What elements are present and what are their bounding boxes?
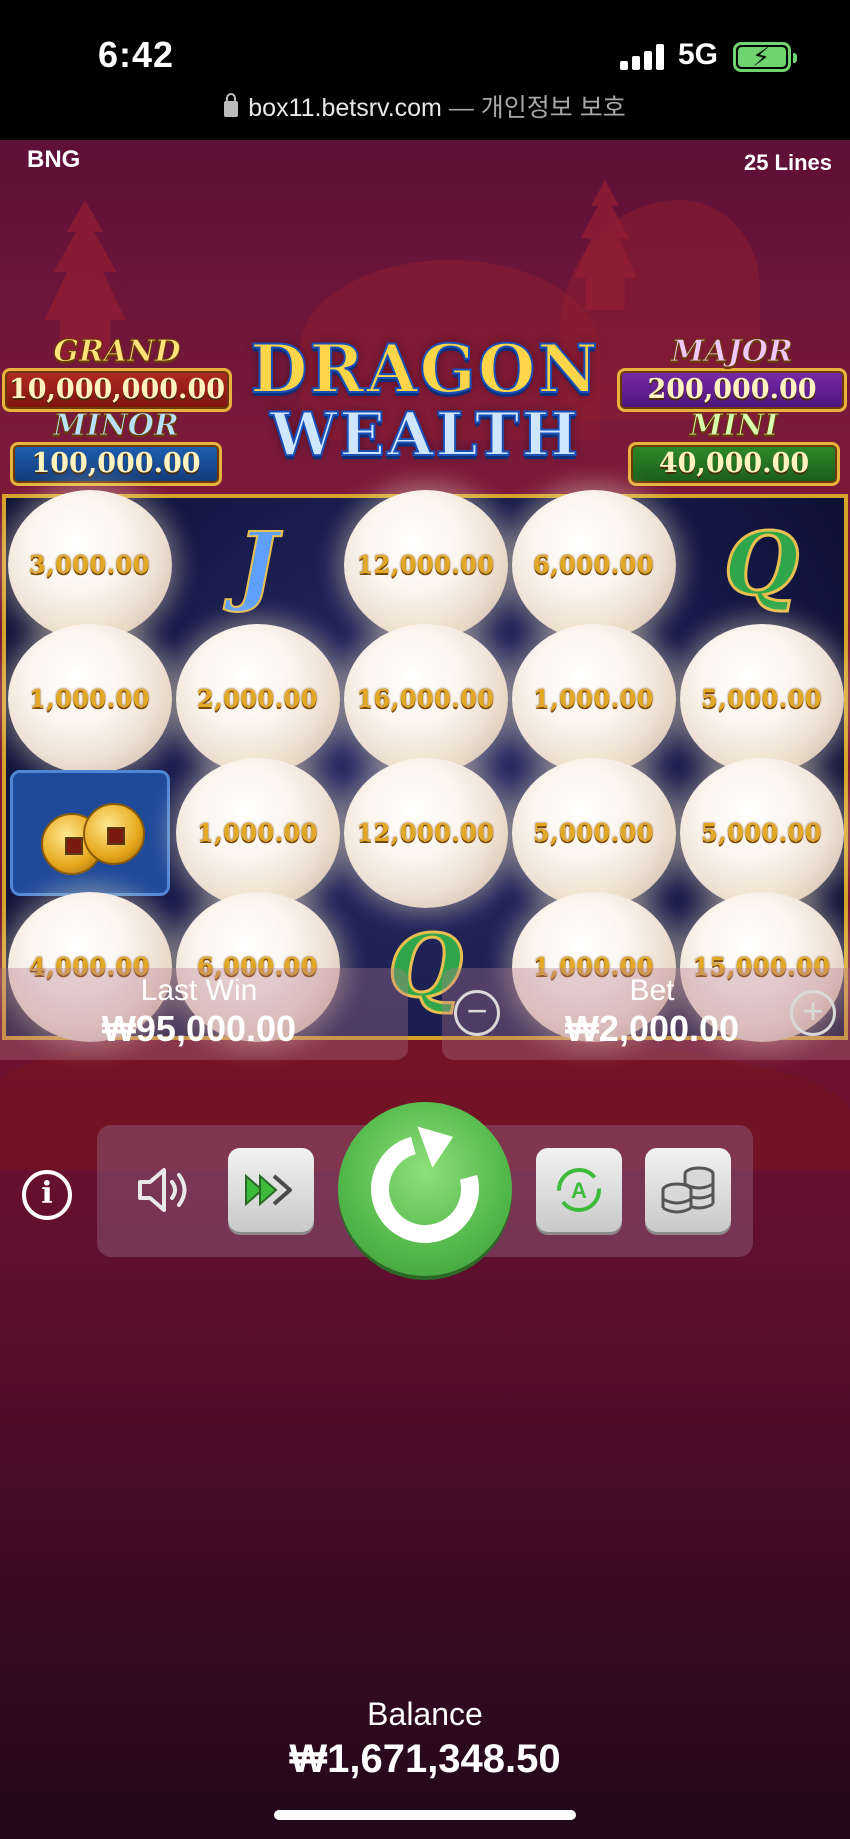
jackpot-major-value: 200,000.00: [617, 368, 847, 412]
jackpot-major: MAJOR 200,000.00: [617, 334, 847, 412]
pearl-value: 1,000.00: [29, 684, 150, 713]
bet-label: Bet: [629, 974, 675, 1007]
info-button[interactable]: i: [22, 1170, 72, 1220]
pearl-value: 5,000.00: [533, 818, 654, 847]
reel-cell: 2,000.00: [174, 623, 341, 774]
reel-cell: 5,000.00: [678, 623, 845, 774]
letter-q-symbol: Q: [723, 513, 801, 617]
pearl-value: 2,000.00: [197, 684, 318, 713]
pearl-value: 5,000.00: [701, 818, 822, 847]
pearl-value: 5,000.00: [701, 684, 822, 713]
coin-stack-icon: [661, 1166, 715, 1214]
pearl-value: 1,000.00: [533, 684, 654, 713]
lock-icon: [224, 93, 239, 117]
turbo-button[interactable]: [228, 1148, 314, 1232]
bet-settings-button[interactable]: [645, 1148, 731, 1232]
jackpot-minor: MINOR 100,000.00: [10, 408, 222, 486]
autoplay-button[interactable]: A: [536, 1148, 622, 1232]
clock: 6:42: [98, 34, 175, 75]
logo-wealth: WEALTH: [269, 400, 581, 470]
balance-display: Balance ₩1,671,348.50: [0, 1696, 850, 1782]
reel-cell: 6,000.00: [510, 489, 677, 640]
reel-cell: 3,000.00: [6, 489, 173, 640]
pearl-symbol: 1,000.00: [511, 623, 676, 774]
battery-charging-icon: ⚡: [733, 42, 797, 72]
pearl-symbol: 5,000.00: [511, 757, 676, 908]
reel-cell: 1,000.00: [6, 623, 173, 774]
url-text: box11.betsrv.com: [248, 94, 442, 122]
pearl-symbol: 12,000.00: [343, 489, 508, 640]
pearl-symbol: 2,000.00: [175, 623, 340, 774]
jackpot-grand: GRAND 10,000,000.00: [2, 334, 232, 412]
reel-cell: 1,000.00: [174, 757, 341, 908]
pearl-symbol: 1,000.00: [175, 757, 340, 908]
jackpot-mini-label: MINI: [689, 408, 779, 443]
sound-icon[interactable]: [136, 1166, 192, 1214]
jackpot-mini-value: 40,000.00: [628, 442, 840, 486]
pearl-symbol: 5,000.00: [679, 757, 844, 908]
last-win-value: ₩95,000.00: [101, 1008, 297, 1049]
last-win-panel: Last Win ₩95,000.00: [0, 968, 408, 1060]
reel-cell: 1,000.00: [510, 623, 677, 774]
logo-dragon: DRAGON: [249, 330, 600, 408]
jackpot-grand-value: 10,000,000.00: [2, 368, 232, 412]
pearl-symbol: 16,000.00: [343, 623, 508, 774]
privacy-label: — 개인정보 보호: [448, 94, 626, 122]
balance-label: Balance: [367, 1696, 483, 1732]
letter-j-symbol: J: [236, 513, 279, 616]
pearl-value: 1,000.00: [197, 818, 318, 847]
status-bar: 6:42 5G ⚡ box11.betsrv.com — 개인정보 보호: [0, 0, 850, 140]
jackpot-minor-value: 100,000.00: [10, 442, 222, 486]
reel-cell: 12,000.00: [342, 757, 509, 908]
reel-cell: 12,000.00: [342, 489, 509, 640]
coin-icon: [82, 802, 145, 865]
pearl-value: 12,000.00: [356, 818, 495, 847]
jackpot-grand-label: GRAND: [53, 334, 181, 369]
last-win-label: Last Win: [140, 974, 258, 1007]
pearl-value: 3,000.00: [29, 550, 150, 579]
reel-cell: 5,000.00: [510, 757, 677, 908]
reel-cell: [6, 766, 173, 899]
network-type: 5G: [678, 38, 719, 71]
reel-cell: J: [174, 498, 341, 631]
game-logo: DRAGON WEALTH: [248, 330, 602, 470]
lines-count: 25 Lines: [743, 150, 832, 175]
autoplay-icon: A: [557, 1168, 601, 1212]
pearl-symbol: 5,000.00: [679, 623, 844, 774]
jackpot-mini: MINI 40,000.00: [628, 408, 840, 486]
pearl-value: 16,000.00: [356, 684, 495, 713]
bet-value: ₩2,000.00: [564, 1008, 740, 1049]
bet-increase-button[interactable]: +: [790, 990, 836, 1036]
address-bar[interactable]: box11.betsrv.com — 개인정보 보호: [0, 88, 850, 124]
bet-decrease-button[interactable]: −: [454, 990, 500, 1036]
svg-text:A: A: [571, 1178, 587, 1203]
pearl-symbol: 12,000.00: [343, 757, 508, 908]
pearl-symbol: 1,000.00: [7, 623, 172, 774]
reel-cell: 16,000.00: [342, 623, 509, 774]
fast-forward-icon: [245, 1173, 292, 1207]
jackpot-major-label: MAJOR: [671, 334, 794, 369]
coins-symbol: [9, 769, 170, 896]
pearl-value: 12,000.00: [356, 550, 495, 579]
cellular-signal-icon: [620, 44, 664, 70]
home-indicator[interactable]: [274, 1810, 576, 1820]
pearl-symbol: 3,000.00: [7, 489, 172, 640]
provider-logo: BNG: [27, 146, 81, 173]
reel-cell: Q: [678, 498, 845, 631]
pearl-symbol: 6,000.00: [511, 489, 676, 640]
spin-button[interactable]: [338, 1102, 512, 1276]
pearl-value: 6,000.00: [533, 550, 654, 579]
balance-value: ₩1,671,348.50: [289, 1737, 561, 1781]
reel-grid: 3,000.00 J 12,000.00 6,000.00 Q 1,000.00…: [2, 489, 848, 1042]
bet-panel: Bet ₩2,000.00 − +: [442, 968, 850, 1060]
jackpot-minor-label: MINOR: [53, 408, 180, 443]
reel-cell: 5,000.00: [678, 757, 845, 908]
